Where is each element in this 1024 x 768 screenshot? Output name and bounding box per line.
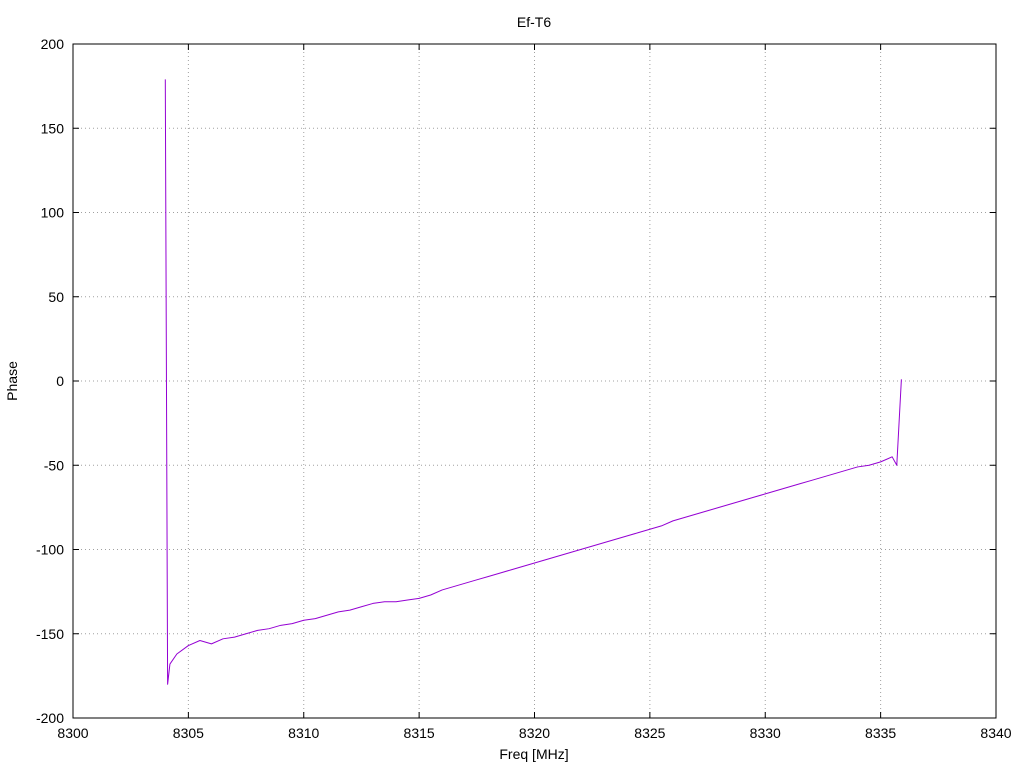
- x-tick-label: 8300: [57, 725, 88, 741]
- x-tick-label: 8320: [519, 725, 550, 741]
- y-tick-label: 50: [48, 289, 64, 305]
- phase-chart: Ef-T6 8300 8305 8310 8315 8320 8325 8330 8335 83…: [4, 14, 1012, 762]
- x-tick-label: 8305: [173, 725, 204, 741]
- x-axis-label: Freq [MHz]: [499, 746, 568, 762]
- x-tick-label: 8325: [634, 725, 665, 741]
- y-tick-label: -100: [36, 542, 64, 558]
- grid: [73, 44, 996, 718]
- x-tick-label: 8330: [750, 725, 781, 741]
- axis-ticks: 8300 8305 8310 8315 8320 8325 8330 8335 8340 -200…: [36, 36, 1012, 741]
- x-tick-label: 8310: [288, 725, 319, 741]
- y-axis-label: Phase: [4, 361, 20, 401]
- x-tick-label: 8340: [980, 725, 1011, 741]
- y-tick-label: -50: [44, 457, 64, 473]
- y-tick-label: 0: [56, 373, 64, 389]
- y-tick-label: -150: [36, 626, 64, 642]
- x-tick-label: 8315: [404, 725, 435, 741]
- chart-title: Ef-T6: [517, 14, 551, 30]
- y-tick-label: 200: [41, 36, 65, 52]
- y-tick-label: -200: [36, 710, 64, 726]
- y-tick-label: 150: [41, 120, 65, 136]
- phase-series-line: [164, 79, 902, 685]
- series-layer: [164, 79, 902, 685]
- y-tick-label: 100: [41, 205, 65, 221]
- x-tick-label: 8335: [865, 725, 896, 741]
